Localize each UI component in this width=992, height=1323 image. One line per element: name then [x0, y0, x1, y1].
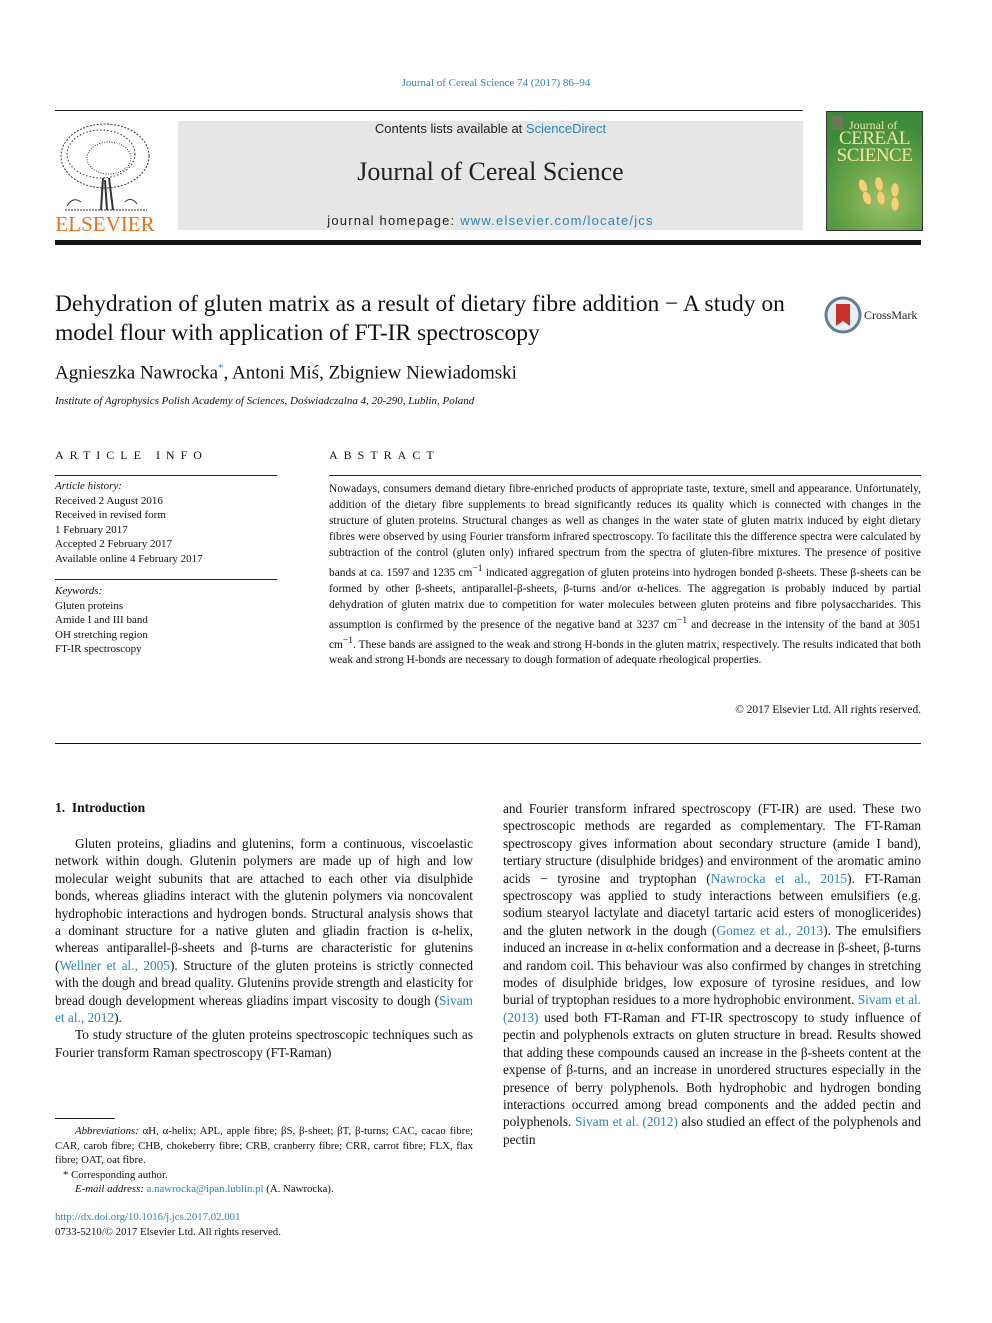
history-item: Received 2 August 2016 [55, 494, 163, 507]
abstract-copyright: © 2017 Elsevier Ltd. All rights reserved… [735, 704, 921, 716]
paragraph: and Fourier transform infrared spectrosc… [503, 801, 922, 1147]
reference-link[interactable]: Wellner et al., 2005 [59, 958, 170, 973]
section-heading-introduction: 1. Introduction [55, 800, 146, 815]
keyword-item: Gluten proteins [55, 599, 124, 612]
contents-prefix: Contents lists available at [374, 121, 526, 136]
article-info-heading: ARTICLE INFO [55, 448, 208, 462]
keyword-item: Amide I and III band [55, 614, 148, 626]
abbreviations-footnote: Abbreviations: αH, α-helix; APL, apple f… [55, 1125, 473, 1167]
journal-banner: Contents lists available at ScienceDirec… [178, 121, 803, 230]
contents-line: Contents lists available at ScienceDirec… [178, 121, 803, 136]
author-separator: , [223, 362, 232, 384]
article-title: Dehydration of gluten matrix as a result… [55, 291, 785, 346]
reference-link[interactable]: Gomez et al., 2013 [716, 923, 823, 938]
paragraph: To study structure of the gluten protein… [55, 1027, 473, 1060]
keyword-item: OH stretching region [55, 628, 148, 641]
history-item: Available online 4 February 2017 [55, 552, 203, 565]
elsevier-wordmark: ELSEVIER [55, 212, 155, 236]
author-list: Agnieszka Nawrocka*, Antoni Miś, Zbignie… [55, 362, 517, 384]
footnotes: Abbreviations: αH, α-helix; APL, apple f… [55, 1124, 473, 1197]
homepage-prefix: journal homepage: [327, 213, 461, 228]
wheat-icon [858, 176, 900, 212]
keyword-item: FT-IR spectroscopy [55, 643, 142, 655]
crossmark-button[interactable]: CrossMark [824, 296, 924, 336]
journal-homepage-link[interactable]: www.elsevier.com/locate/jcs [460, 213, 654, 228]
footnote-rule [55, 1118, 115, 1119]
divider [329, 475, 921, 476]
abstract-heading: ABSTRACT [329, 448, 440, 462]
body-column-left: Gluten proteins, gliadins and glutenins,… [55, 835, 473, 1061]
history-item: Received in revised form [55, 509, 166, 521]
journal-citation[interactable]: Journal of Cereal Science 74 (2017) 86–9… [0, 77, 992, 89]
email-footnote: E-mail address: a.nawrocka@ipan.lublin.p… [75, 1183, 334, 1196]
cover-title-main: CEREAL SCIENCE [836, 128, 913, 166]
divider [55, 475, 277, 476]
history-label: Article history: [55, 480, 122, 492]
journal-title: Journal of Cereal Science [357, 157, 624, 186]
history-item: 1 February 2017 [55, 523, 128, 536]
doi-link[interactable]: http://dx.doi.org/10.1016/j.jcs.2017.02.… [55, 1211, 240, 1223]
homepage-line: journal homepage: www.elsevier.com/locat… [178, 213, 803, 228]
body-column-right: and Fourier transform infrared spectrosc… [503, 800, 921, 1148]
history-item: Accepted 2 February 2017 [55, 538, 172, 550]
section-divider [55, 743, 921, 744]
crossmark-icon [824, 296, 862, 334]
author-name: Antoni Miś [231, 362, 320, 384]
abstract-text: Nowadays, consumers demand dietary fibre… [329, 483, 921, 667]
article-history: Article history: Received 2 August 2016 … [55, 479, 285, 566]
sciencedirect-link[interactable]: ScienceDirect [526, 121, 606, 136]
journal-cover-image[interactable]: Journal of CEREAL SCIENCE [826, 111, 923, 231]
author-separator: , [319, 362, 329, 384]
keywords-block: Keywords: Gluten proteins Amide I and II… [55, 584, 285, 657]
paragraph: Gluten proteins, gliadins and glutenins,… [55, 836, 473, 1026]
author-affiliation: Institute of Agrophysics Polish Academy … [55, 395, 475, 407]
author-name: Zbigniew Niewiadomski [328, 362, 517, 384]
crossmark-label: CrossMark [864, 308, 918, 322]
keywords-label: Keywords: [55, 585, 103, 597]
header-rule [55, 110, 803, 111]
email-link[interactable]: a.nawrocka@ipan.lublin.pl [147, 1183, 264, 1195]
issn-copyright: 0733-5210/© 2017 Elsevier Ltd. All right… [55, 1226, 281, 1238]
header-thick-rule [55, 240, 921, 245]
corresponding-author-footnote: * Corresponding author. [63, 1168, 168, 1181]
reference-link[interactable]: Nawrocka et al., 2015 [711, 871, 847, 886]
reference-link[interactable]: Sivam et al. (2012) [575, 1114, 678, 1129]
author-name: Agnieszka Nawrocka [55, 362, 219, 384]
divider [55, 579, 277, 580]
